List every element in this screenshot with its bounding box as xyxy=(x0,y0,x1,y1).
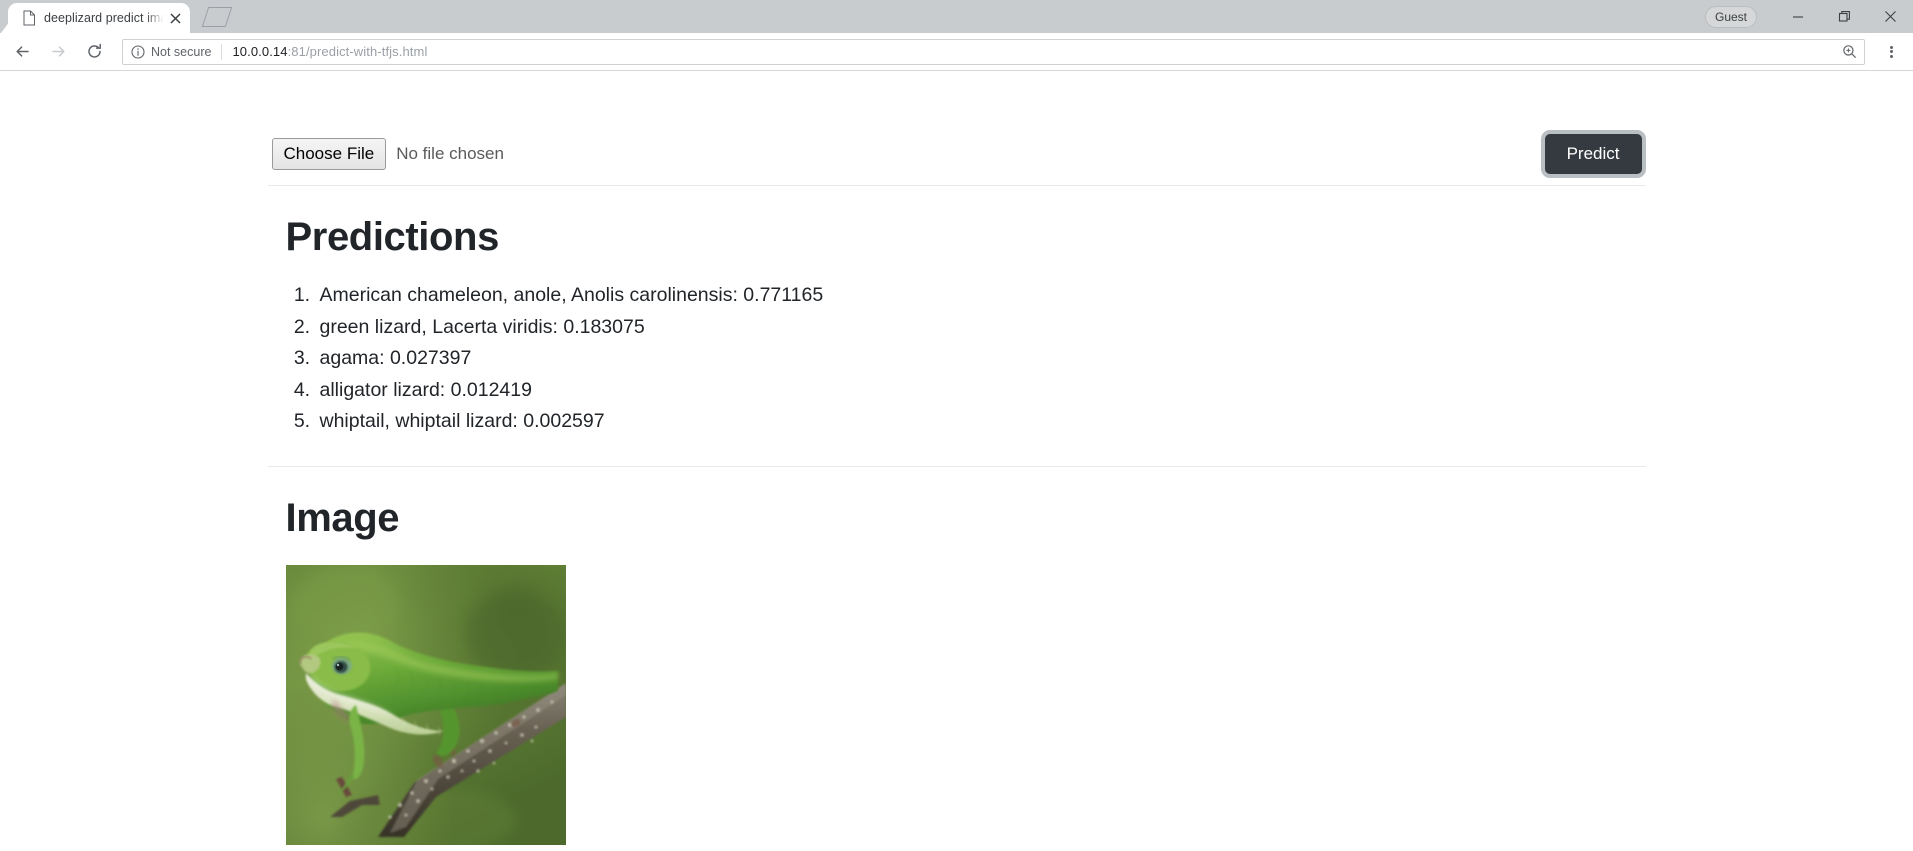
window-close-icon[interactable] xyxy=(1867,0,1913,33)
close-icon[interactable] xyxy=(166,9,184,27)
three-dot-menu-icon[interactable] xyxy=(1877,38,1905,66)
file-input-group[interactable]: Choose File No file chosen xyxy=(271,137,504,171)
file-status-label: No file chosen xyxy=(396,143,504,163)
divider-top xyxy=(267,185,1646,186)
minimize-icon[interactable] xyxy=(1775,0,1821,33)
list-item: agama: 0.027397 xyxy=(316,343,1642,375)
prediction-image-wrapper xyxy=(285,564,1642,845)
forward-arrow-icon xyxy=(44,38,72,66)
document-icon xyxy=(22,10,36,26)
reload-icon[interactable] xyxy=(80,38,108,66)
tab-strip: deeplizard predict image xyxy=(0,0,236,33)
profile-label: Guest xyxy=(1714,9,1747,24)
window-controls: Guest xyxy=(1704,0,1913,33)
browser-titlebar: deeplizard predict image Guest xyxy=(0,0,1913,33)
predictions-section: Predictions American chameleon, anole, A… xyxy=(268,215,1646,438)
url-text: 10.0.0.14:81/predict-with-tfjs.html xyxy=(232,44,1838,59)
predictions-heading: Predictions xyxy=(285,215,500,259)
security-label: Not secure xyxy=(151,44,212,59)
list-item: alligator lizard: 0.012419 xyxy=(316,375,1642,407)
new-tab-icon[interactable] xyxy=(201,4,236,32)
url-host: 10.0.0.14 xyxy=(232,44,288,59)
browser-window: deeplizard predict image Guest xyxy=(0,0,1913,851)
predictions-list: American chameleon, anole, Anolis caroli… xyxy=(316,280,1642,438)
image-section: Image xyxy=(268,496,1646,845)
back-arrow-icon[interactable] xyxy=(8,38,36,66)
divider-bottom xyxy=(267,465,1646,467)
address-bar[interactable]: Not secure 10.0.0.14:81/predict-with-tfj… xyxy=(122,38,1865,65)
list-item: American chameleon, anole, Anolis caroli… xyxy=(316,280,1642,312)
list-item: green lizard, Lacerta viridis: 0.183075 xyxy=(316,312,1642,344)
image-heading: Image xyxy=(285,495,400,540)
page-viewport: Choose File No file chosen Predict Predi… xyxy=(0,71,1913,851)
browser-tab[interactable]: deeplizard predict image xyxy=(8,3,190,33)
url-path: :81/predict-with-tfjs.html xyxy=(287,44,428,59)
page-container: Choose File No file chosen Predict Predi… xyxy=(267,71,1646,845)
omnibox-divider xyxy=(221,43,223,60)
security-status[interactable]: Not secure xyxy=(131,45,211,59)
prediction-image xyxy=(285,564,566,845)
maximize-restore-icon[interactable] xyxy=(1821,0,1867,33)
file-upload-row: Choose File No file chosen Predict xyxy=(268,123,1646,185)
predict-button[interactable]: Predict xyxy=(1544,133,1642,175)
tab-title: deeplizard predict image xyxy=(44,11,164,25)
profile-chip[interactable]: Guest xyxy=(1704,5,1757,28)
zoom-magnifier-icon[interactable] xyxy=(1838,41,1860,63)
list-item: whiptail, whiptail lizard: 0.002597 xyxy=(316,406,1642,438)
info-circle-icon xyxy=(131,44,145,59)
choose-file-button[interactable]: Choose File xyxy=(271,137,387,171)
browser-toolbar: Not secure 10.0.0.14:81/predict-with-tfj… xyxy=(0,33,1913,71)
